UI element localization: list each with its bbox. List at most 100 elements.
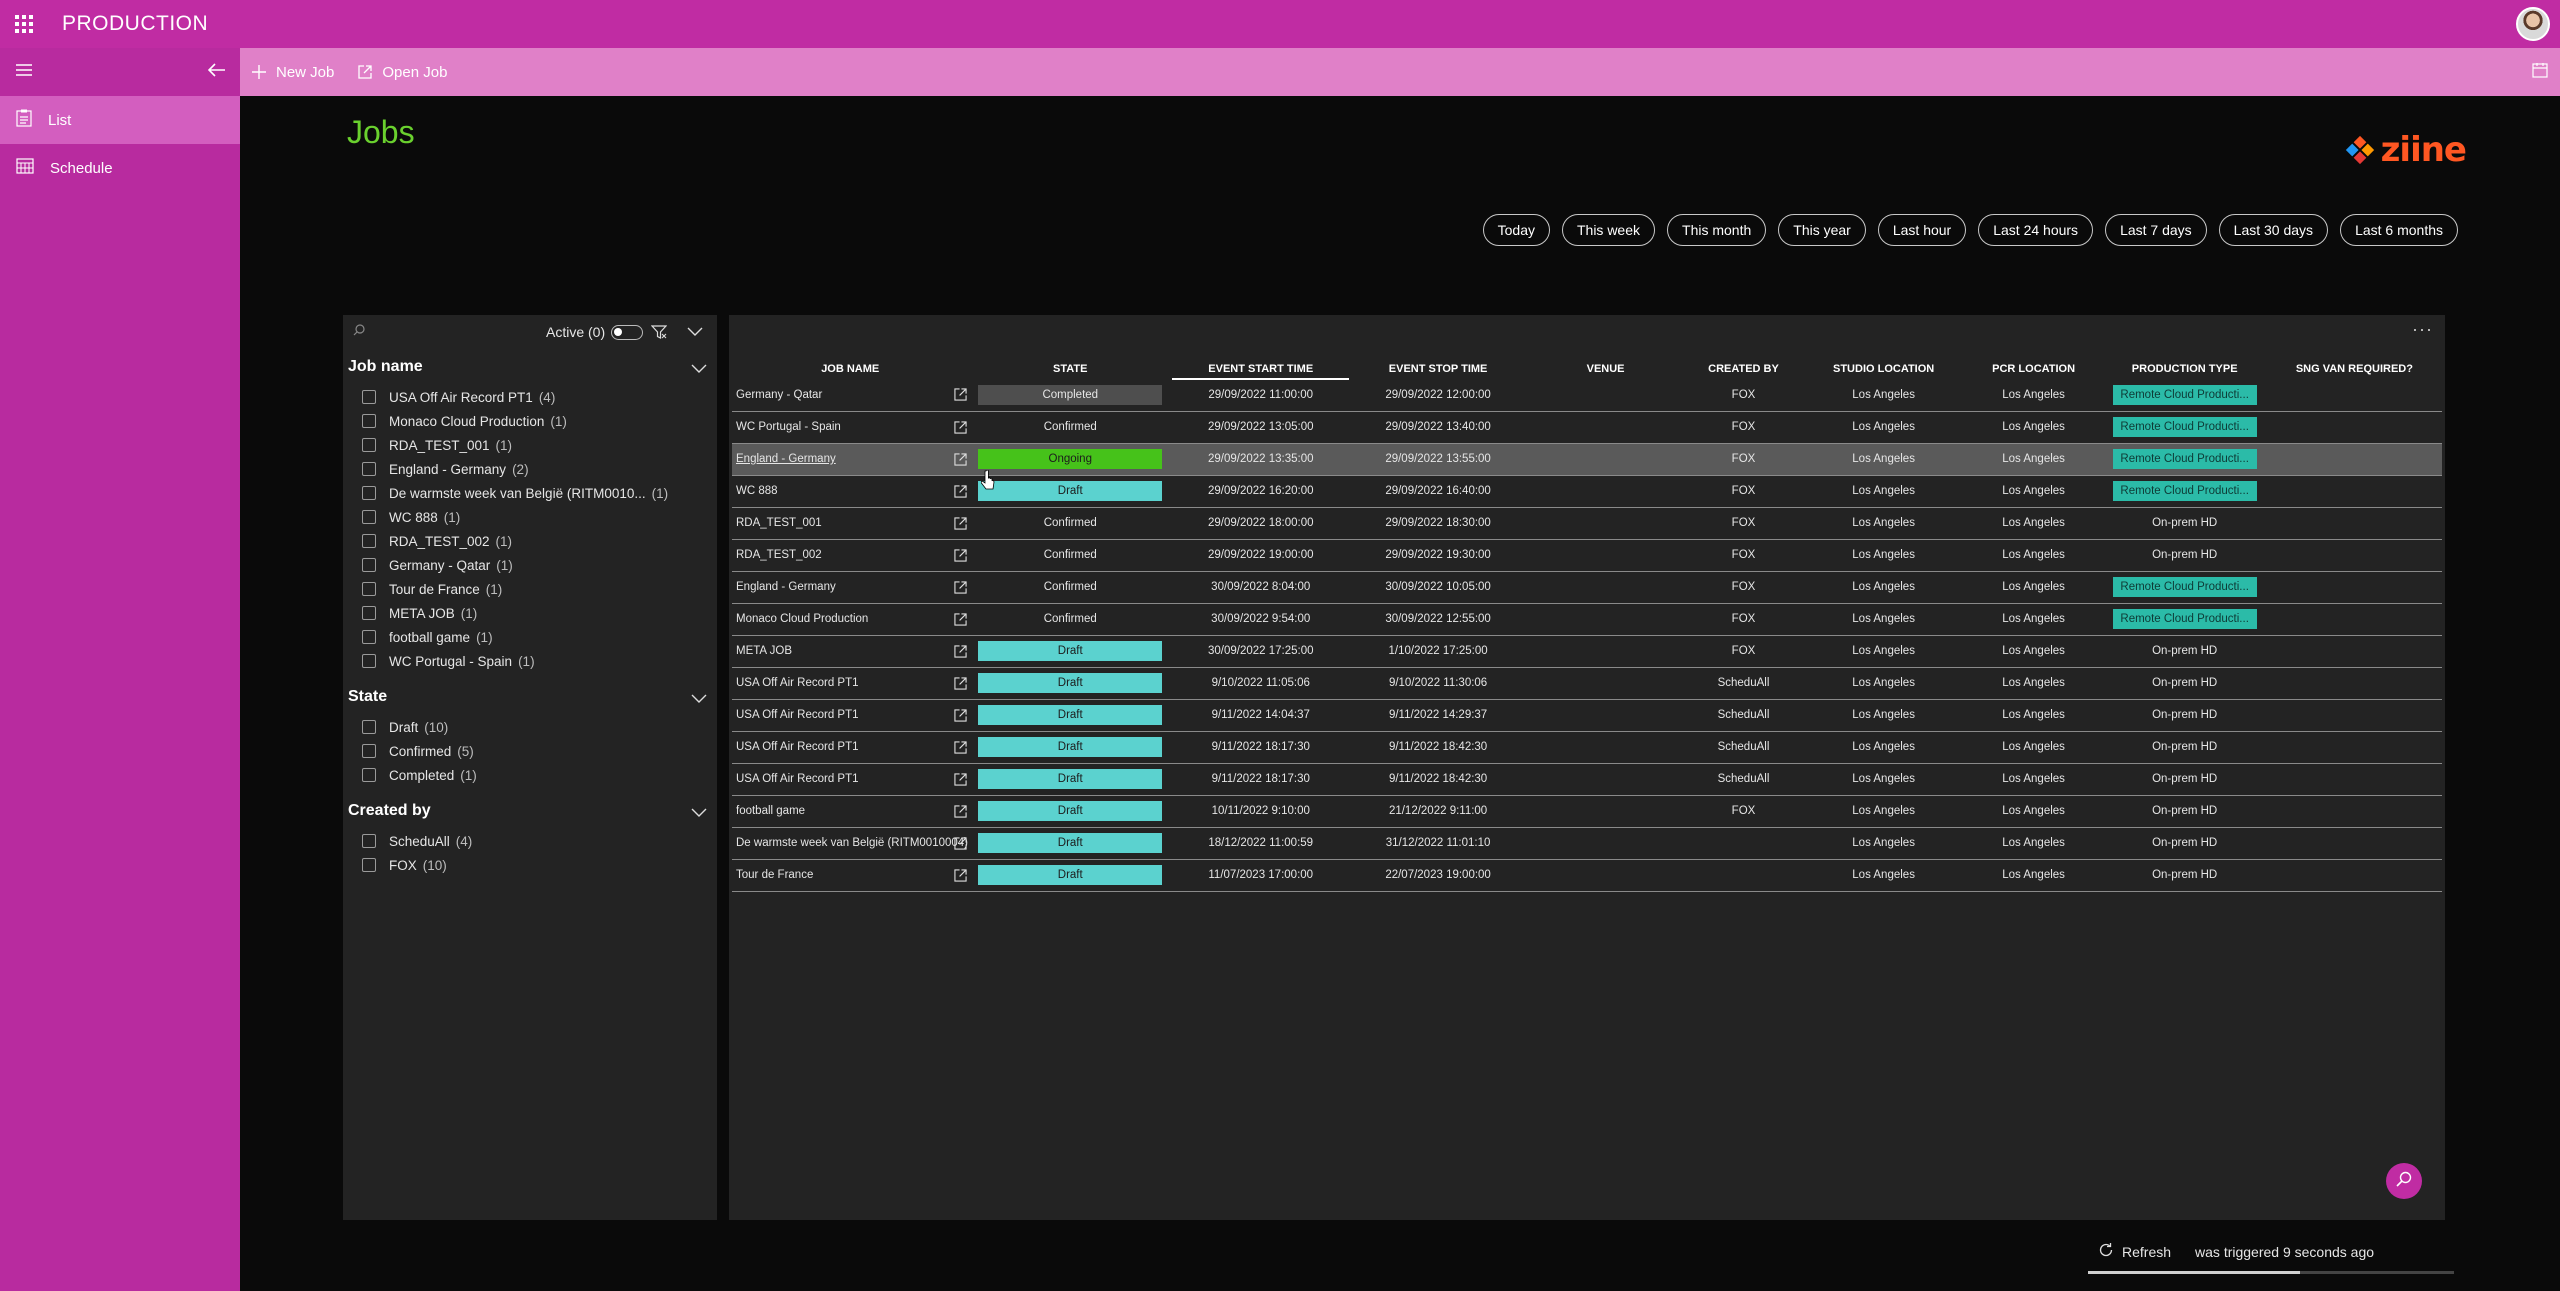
filter-checkbox[interactable] xyxy=(362,510,376,524)
filter-section-header[interactable]: Created by xyxy=(343,793,717,829)
open-external-icon[interactable] xyxy=(954,836,968,853)
period-button-this-month[interactable]: This month xyxy=(1667,214,1767,246)
table-row[interactable]: football game Draft 10/11/2022 9:10:00 21/1… xyxy=(732,795,2442,828)
period-button-this-year[interactable]: This year xyxy=(1778,214,1866,246)
job-name-link[interactable]: England - Germany xyxy=(736,581,836,593)
period-button-last-hour[interactable]: Last hour xyxy=(1877,214,1967,246)
cell-job-name[interactable]: USA Off Air Record PT1 xyxy=(732,731,969,764)
period-button-last-24-hours[interactable]: Last 24 hours xyxy=(1978,214,2094,246)
refresh-icon[interactable] xyxy=(2098,1242,2114,1261)
cell-job-name[interactable]: RDA_TEST_002 xyxy=(732,539,969,572)
clear-filter-icon[interactable] xyxy=(650,324,668,345)
period-button-last-6-months[interactable]: Last 6 months xyxy=(2340,214,2458,246)
column-header[interactable]: State xyxy=(968,359,1172,379)
job-name-link[interactable]: USA Off Air Record PT1 xyxy=(736,773,859,785)
cell-job-name[interactable]: USA Off Air Record PT1 xyxy=(732,699,969,732)
cell-job-name[interactable]: WC 888 xyxy=(732,475,969,508)
filter-checkbox[interactable] xyxy=(362,582,376,596)
filter-checkbox[interactable] xyxy=(362,834,376,848)
filter-section-header[interactable]: State xyxy=(343,679,717,715)
filter-section-header[interactable]: Job name xyxy=(343,349,717,385)
job-name-link[interactable]: USA Off Air Record PT1 xyxy=(736,741,859,753)
open-external-icon[interactable] xyxy=(954,452,968,469)
filter-checkbox[interactable] xyxy=(362,858,376,872)
hamburger-menu-icon[interactable] xyxy=(16,63,32,81)
filter-checkbox[interactable] xyxy=(362,720,376,734)
period-button-last-30-days[interactable]: Last 30 days xyxy=(2218,214,2329,246)
job-name-link[interactable]: Tour de France xyxy=(736,869,813,881)
filter-checkbox[interactable] xyxy=(362,486,376,500)
open-external-icon[interactable] xyxy=(954,644,968,661)
filter-checkbox[interactable] xyxy=(362,438,376,452)
new-job-button[interactable]: New Job xyxy=(252,64,334,81)
open-external-icon[interactable] xyxy=(954,740,968,757)
period-button-last-7-days[interactable]: Last 7 days xyxy=(2105,214,2207,246)
open-external-icon[interactable] xyxy=(954,484,968,501)
filter-checkbox[interactable] xyxy=(362,558,376,572)
back-arrow-icon[interactable] xyxy=(207,62,226,82)
more-options-icon[interactable]: ··· xyxy=(2412,319,2433,340)
column-header[interactable]: Studio location xyxy=(1803,359,1965,379)
filter-option[interactable]: FOX (10) xyxy=(343,853,717,877)
filter-checkbox[interactable] xyxy=(362,768,376,782)
cell-job-name[interactable]: Monaco Cloud Production xyxy=(732,603,969,636)
cell-job-name[interactable]: WC Portugal - Spain xyxy=(732,411,969,444)
cell-job-name[interactable]: England - Germany xyxy=(732,443,969,476)
cell-job-name[interactable]: De warmste week van België (RITM0010004) xyxy=(732,827,969,860)
table-row[interactable]: De warmste week van België (RITM0010004)… xyxy=(732,827,2442,860)
job-name-link[interactable]: RDA_TEST_002 xyxy=(736,549,822,561)
job-name-link[interactable]: football game xyxy=(736,805,805,817)
table-row[interactable]: Tour de France Draft 11/07/2023 17:00:00 22… xyxy=(732,859,2442,892)
open-external-icon[interactable] xyxy=(954,708,968,725)
filter-checkbox[interactable] xyxy=(362,414,376,428)
user-avatar[interactable] xyxy=(2516,7,2550,41)
open-external-icon[interactable] xyxy=(954,516,968,533)
filter-option[interactable]: WC Portugal - Spain (1) xyxy=(343,649,717,673)
table-row[interactable]: META JOB Draft 30/09/2022 17:25:00 1/10/202… xyxy=(732,635,2442,668)
table-row[interactable]: WC Portugal - Spain Confirmed 29/09/2022 1… xyxy=(732,411,2442,444)
chevron-down-icon[interactable] xyxy=(691,805,707,823)
active-toggle[interactable] xyxy=(611,325,643,340)
sidebar-item-schedule[interactable]: Schedule xyxy=(0,144,240,192)
filter-option[interactable]: USA Off Air Record PT1 (4) xyxy=(343,385,717,409)
filter-option[interactable]: Confirmed (5) xyxy=(343,739,717,763)
calendar-view-icon[interactable] xyxy=(2532,62,2548,83)
table-row[interactable]: RDA_TEST_001 Confirmed 29/09/2022 18:00:00… xyxy=(732,507,2442,540)
filter-checkbox[interactable] xyxy=(362,744,376,758)
table-row[interactable]: England - Germany Confirmed 30/09/2022 8:0… xyxy=(732,571,2442,604)
filter-checkbox[interactable] xyxy=(362,654,376,668)
open-external-icon[interactable] xyxy=(954,388,968,404)
job-name-link[interactable]: META JOB xyxy=(736,645,792,657)
filter-option[interactable]: Monaco Cloud Production (1) xyxy=(343,409,717,433)
period-button-today[interactable]: Today xyxy=(1482,214,1550,246)
filter-option[interactable]: RDA_TEST_002 (1) xyxy=(343,529,717,553)
job-name-link[interactable]: De warmste week van België (RITM0010004) xyxy=(736,837,968,849)
open-external-icon[interactable] xyxy=(954,676,968,693)
column-header[interactable]: Created by xyxy=(1684,359,1802,379)
filter-option[interactable]: England - Germany (2) xyxy=(343,457,717,481)
job-name-link[interactable]: USA Off Air Record PT1 xyxy=(736,677,859,689)
table-row[interactable]: USA Off Air Record PT1 Draft 9/10/2022 11:… xyxy=(732,667,2442,700)
job-name-link[interactable]: Monaco Cloud Production xyxy=(736,613,868,625)
filter-checkbox[interactable] xyxy=(362,390,376,404)
column-header[interactable]: Event start time xyxy=(1172,359,1350,380)
filter-checkbox[interactable] xyxy=(362,462,376,476)
open-external-icon[interactable] xyxy=(954,420,968,437)
table-row[interactable]: USA Off Air Record PT1 Draft 9/11/2022 14:… xyxy=(732,699,2442,732)
open-external-icon[interactable] xyxy=(954,580,968,597)
filter-checkbox[interactable] xyxy=(362,606,376,620)
open-job-button[interactable]: Open Job xyxy=(358,64,447,81)
table-row[interactable]: USA Off Air Record PT1 Draft 9/11/2022 18:… xyxy=(732,763,2442,796)
table-row[interactable]: USA Off Air Record PT1 Draft 9/11/2022 18:… xyxy=(732,731,2442,764)
cell-job-name[interactable]: RDA_TEST_001 xyxy=(732,507,969,540)
filter-checkbox[interactable] xyxy=(362,534,376,548)
job-name-link[interactable]: WC Portugal - Spain xyxy=(736,421,841,433)
open-external-icon[interactable] xyxy=(954,612,968,629)
cell-job-name[interactable]: England - Germany xyxy=(732,571,969,604)
cell-job-name[interactable]: Tour de France xyxy=(732,859,969,892)
filter-option[interactable]: WC 888 (1) xyxy=(343,505,717,529)
job-name-link[interactable]: England - Germany xyxy=(736,453,836,465)
sidebar-item-list[interactable]: List xyxy=(0,96,240,144)
cell-job-name[interactable]: Germany - Qatar xyxy=(732,379,969,412)
column-header[interactable]: PCR location xyxy=(1965,359,2103,379)
